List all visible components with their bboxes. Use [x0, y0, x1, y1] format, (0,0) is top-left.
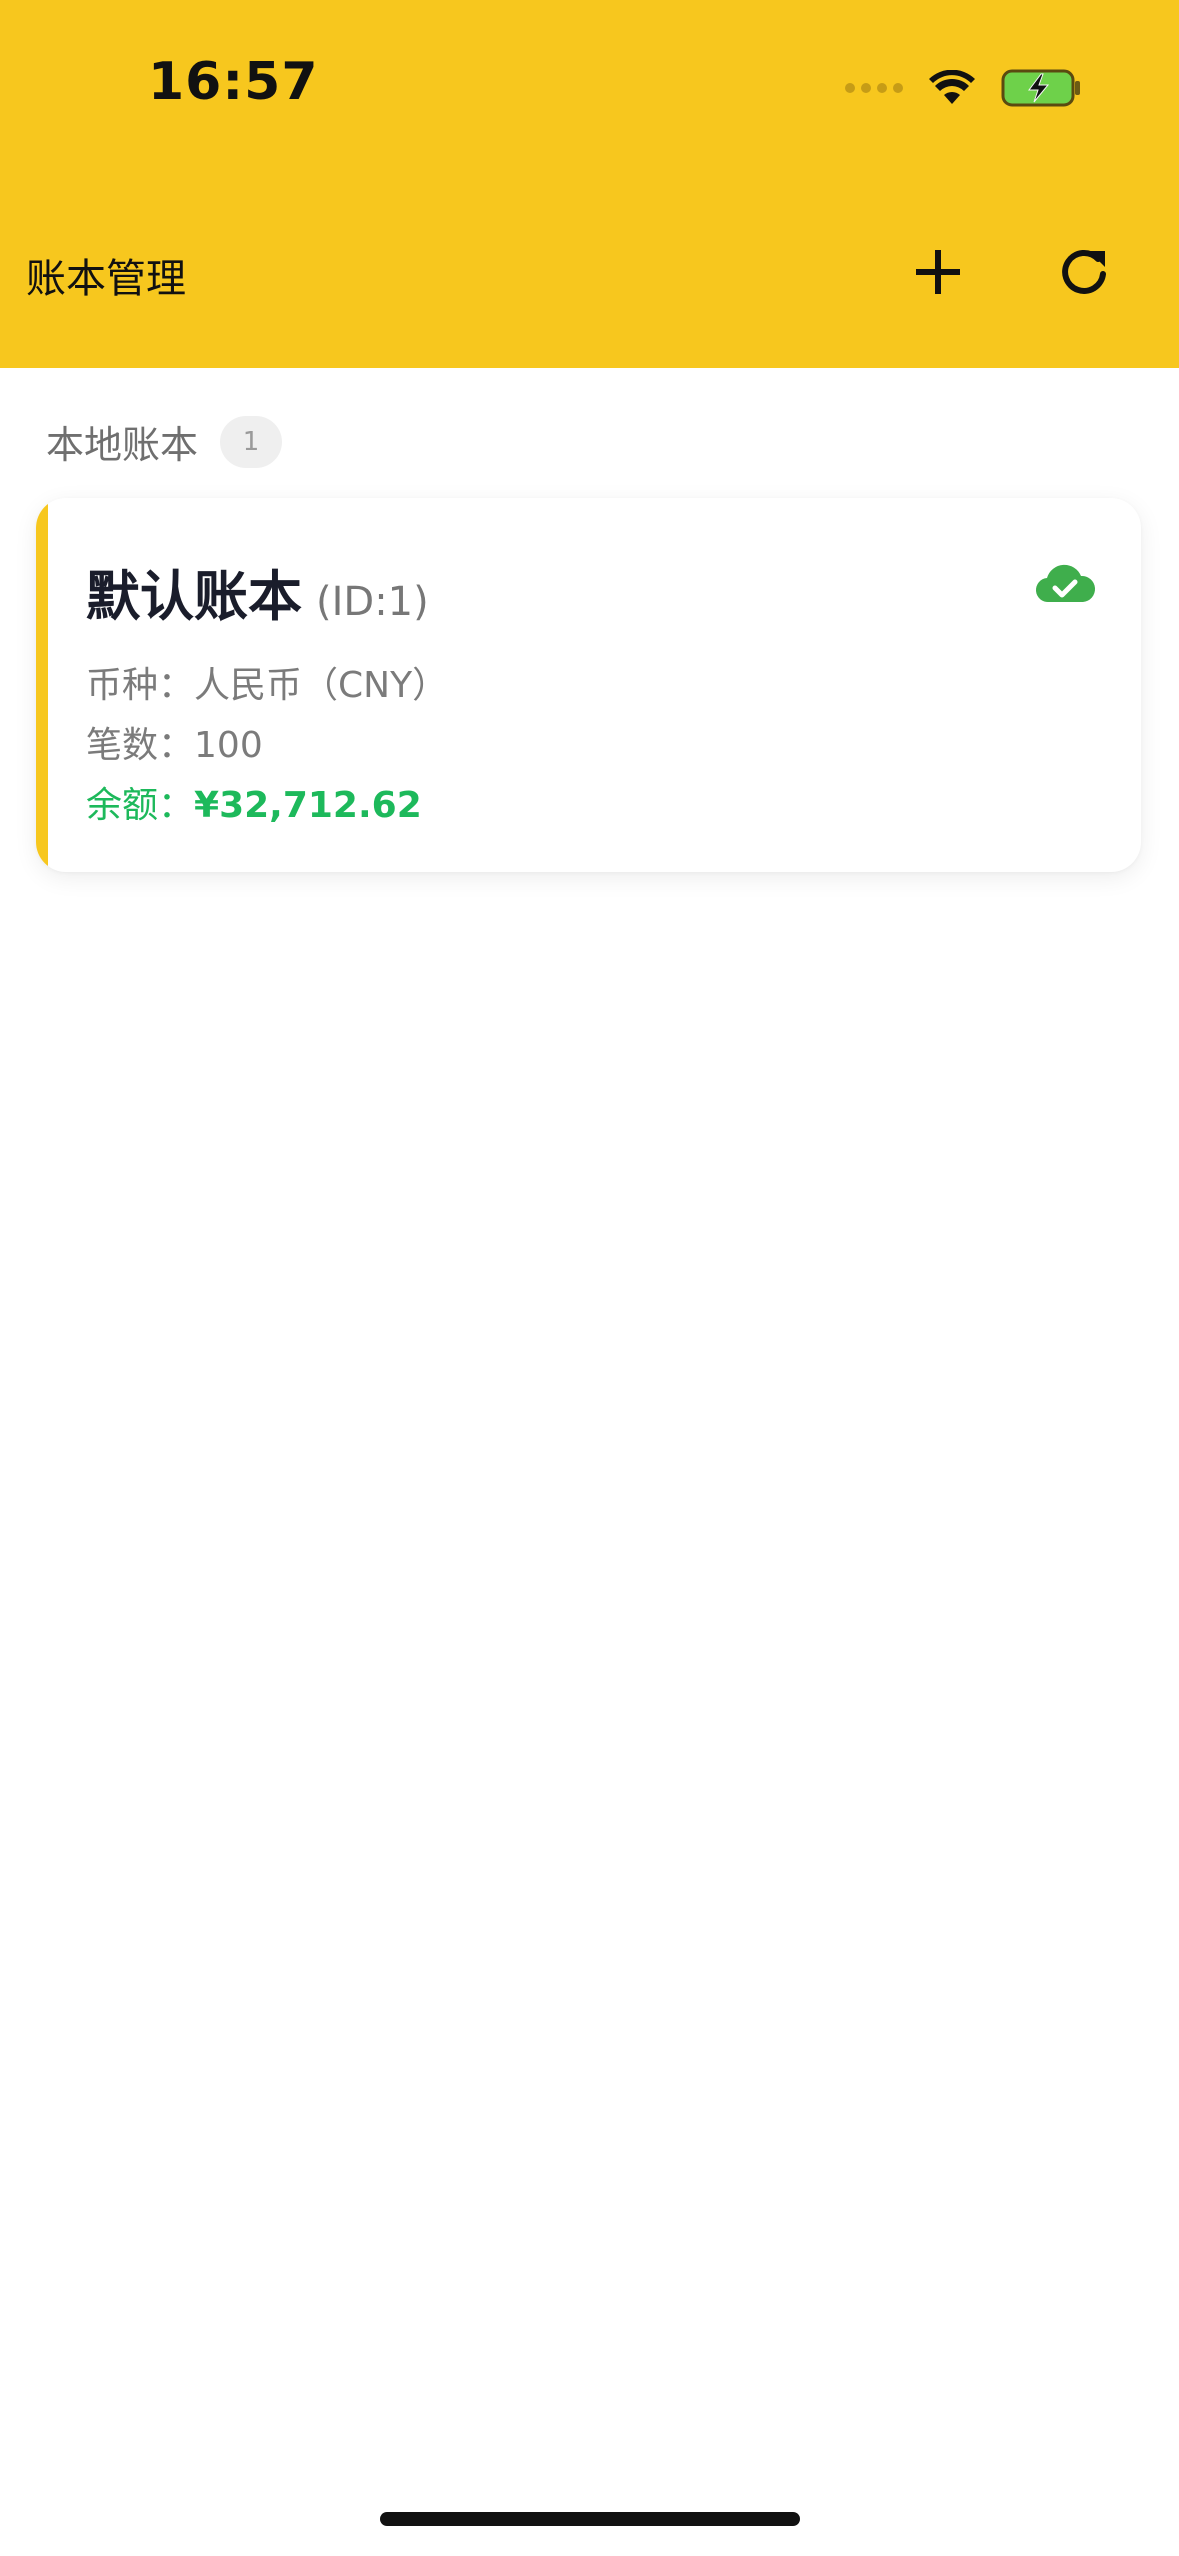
header-bar: 16:57 账本管理: [0, 0, 1179, 368]
currency-value: 人民币（CNY）: [194, 665, 449, 706]
page-title: 账本管理: [26, 256, 186, 302]
ledger-card[interactable]: 默认账本 (ID:1) 币种：人民币（CNY） 笔数：100 余额：¥32,71…: [36, 498, 1141, 872]
plus-icon: [916, 250, 960, 294]
refresh-button[interactable]: [1042, 230, 1126, 314]
card-accent-bar: [36, 498, 48, 872]
count-badge: 1: [220, 415, 283, 468]
cellular-signal-icon: [845, 83, 903, 93]
count-label: 笔数：: [86, 725, 195, 766]
balance-label: 余额：: [86, 785, 195, 826]
section-title: 本地账本: [46, 423, 199, 467]
ledger-management-screen: 16:57 账本管理 本地账本 1 默认账本 (ID:1) 币种：人民币（CNY…: [0, 0, 1179, 2556]
ledger-id: (ID:1): [316, 579, 429, 625]
battery-charging-icon: [1001, 69, 1080, 107]
status-icons: [845, 64, 1083, 112]
home-indicator[interactable]: [380, 2512, 800, 2526]
add-ledger-button[interactable]: [896, 230, 980, 314]
cloud-check-icon: [1035, 564, 1096, 603]
status-time: 16:57: [148, 52, 319, 112]
currency-label: 币种：: [86, 665, 195, 706]
wifi-icon: [929, 70, 975, 104]
refresh-icon: [1062, 250, 1106, 294]
section-header: 本地账本 1: [46, 414, 283, 469]
count-value: 100: [194, 725, 263, 766]
ledger-name: 默认账本: [86, 565, 302, 628]
entry-count-row: 笔数：100: [86, 716, 263, 768]
balance-row: 余额：¥32,712.62: [86, 776, 422, 828]
currency-row: 币种：人民币（CNY）: [86, 656, 448, 708]
ledger-title-row: 默认账本 (ID:1): [86, 552, 429, 631]
balance-value: ¥32,712.62: [194, 785, 422, 826]
